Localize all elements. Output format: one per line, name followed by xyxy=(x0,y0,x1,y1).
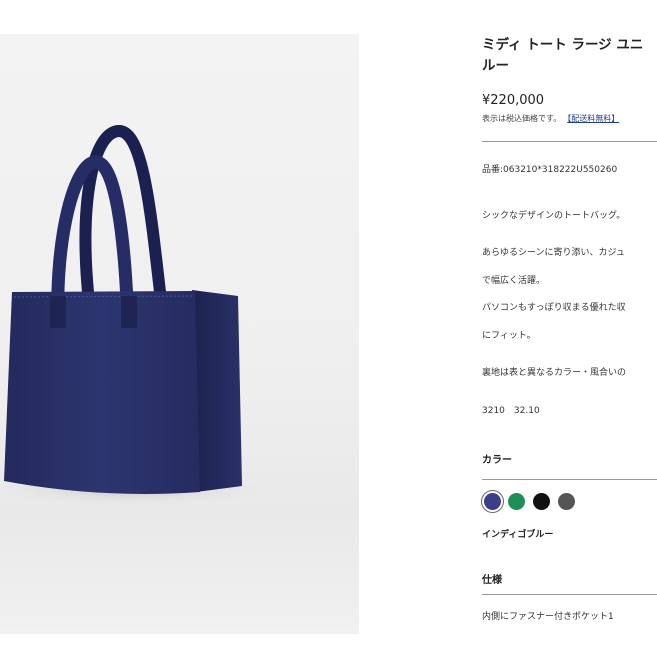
product-image[interactable] xyxy=(0,34,359,634)
divider xyxy=(482,594,657,595)
swatch-indigo-blue[interactable] xyxy=(484,493,501,510)
tax-note: 表示は税込価格です。 【配送料無料】 xyxy=(482,113,619,124)
description-line: パソコンもすっぽり収まる優れた収 xyxy=(482,303,626,313)
product-title-line1: ミディ トート ラージ ユニ xyxy=(482,37,644,53)
selected-color-name: インディゴブルー xyxy=(482,530,554,540)
description-line: 3210 32.10 xyxy=(482,406,540,416)
description-line: 裏地は表と異なるカラー・風合いの xyxy=(482,368,627,378)
description-line: シックなデザインのトートバッグ。 xyxy=(482,211,626,221)
product-info: ミディ トート ラージ ユニ ルー ¥220,000 表示は税込価格です。 【配送… xyxy=(482,0,657,657)
description-line: あらゆるシーンに寄り添い、カジュ xyxy=(482,248,625,258)
tax-note-text: 表示は税込価格です。 xyxy=(482,114,562,123)
swatch-black[interactable] xyxy=(533,493,550,510)
divider xyxy=(482,141,657,142)
description-line: で幅広く活躍。 xyxy=(482,276,546,286)
spec-heading: 仕様 xyxy=(482,575,502,586)
product-title: ミディ トート ラージ ユニ ルー xyxy=(482,35,657,77)
divider xyxy=(482,479,657,480)
product-title-line2: ルー xyxy=(482,58,509,74)
tote-bag-illustration xyxy=(0,125,280,507)
description-line: にフィット。 xyxy=(482,331,536,341)
color-swatches xyxy=(482,491,657,513)
swatch-green[interactable] xyxy=(508,493,525,510)
product-sku: 品番:063210*318222U550260 xyxy=(482,165,618,175)
color-heading: カラー xyxy=(482,455,512,466)
shipping-link[interactable]: 【配送料無料】 xyxy=(567,114,619,123)
spec-item: 内側にファスナー付きポケット1 xyxy=(482,612,614,622)
product-price: ¥220,000 xyxy=(482,93,545,108)
swatch-gray[interactable] xyxy=(558,493,575,510)
